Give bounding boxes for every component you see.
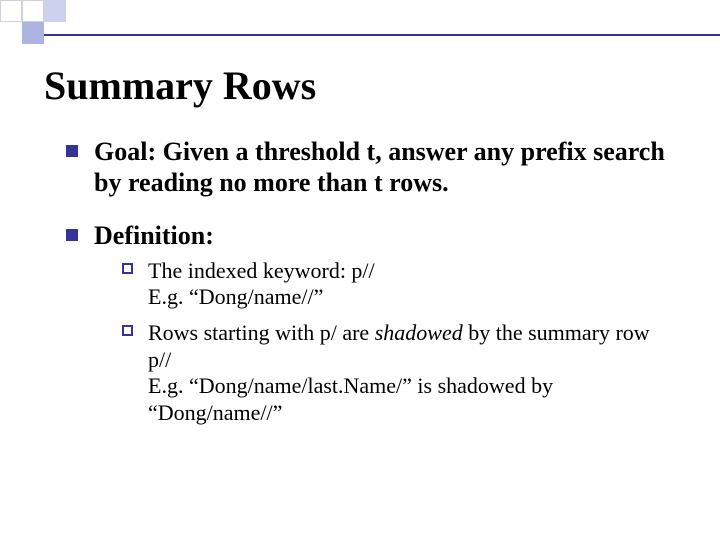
bullet-goal: Goal: Given a threshold t, answer any pr… <box>66 136 666 198</box>
sub-bullet-indexed-keyword: The indexed keyword: p// E.g. “Dong/name… <box>122 258 666 311</box>
sub-bullet-shadowed: Rows starting with p/ are shadowed by th… <box>122 320 666 426</box>
corner-decoration <box>0 0 720 44</box>
bullet-goal-text: Goal: Given a threshold t, answer any pr… <box>94 137 665 197</box>
sub1-line1: The indexed keyword: p// <box>148 258 375 283</box>
square-bullet-icon <box>66 229 78 241</box>
slide-content: Goal: Given a threshold t, answer any pr… <box>66 136 666 448</box>
hollow-square-bullet-icon <box>122 325 133 336</box>
bullet-definition-label: Definition: <box>94 221 214 250</box>
square-bullet-icon <box>66 145 78 157</box>
sub2-line1a: Rows starting with p/ are <box>148 320 375 345</box>
sub1-line2: E.g. “Dong/name//” <box>148 284 323 309</box>
slide-title: Summary Rows <box>44 62 316 109</box>
slide: Summary Rows Goal: Given a threshold t, … <box>0 0 720 540</box>
hollow-square-bullet-icon <box>122 263 133 274</box>
bullet-definition: Definition: The indexed keyword: p// E.g… <box>66 220 666 426</box>
sub2-line2: E.g. “Dong/name/last.Name/” is shadowed … <box>148 373 553 424</box>
sub2-shadowed-word: shadowed <box>375 320 463 345</box>
